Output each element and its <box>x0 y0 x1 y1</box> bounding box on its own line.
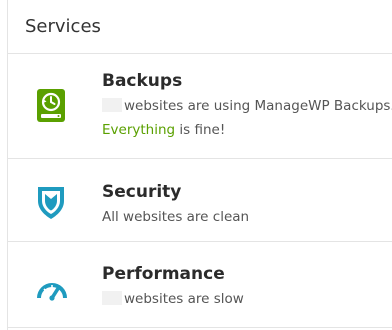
service-status: websites are slow <box>102 287 387 311</box>
service-item-security[interactable]: Security All websites are clean <box>8 159 392 242</box>
redacted-count <box>102 98 122 112</box>
service-title: Performance <box>102 264 225 284</box>
backup-drive-icon <box>34 87 74 127</box>
service-title: Security <box>102 182 182 202</box>
panel-title: Services <box>8 0 392 54</box>
service-item-performance[interactable]: Performance websites are slow <box>8 242 392 328</box>
service-title: Backups <box>102 71 183 91</box>
service-status: websites are using ManageWP Backups. <box>102 94 392 118</box>
service-item-backups[interactable]: Backups websites are using ManageWP Back… <box>8 54 392 159</box>
status-text: websites are using ManageWP Backups. <box>124 98 392 114</box>
health-highlight: Everything <box>102 122 176 138</box>
services-panel: Services Backups websites are using Mana… <box>7 0 392 330</box>
health-rest: is fine! <box>175 122 226 138</box>
shield-icon <box>34 183 74 223</box>
status-text: websites are slow <box>124 291 244 307</box>
speedometer-icon <box>34 270 74 310</box>
service-status: All websites are clean <box>102 209 250 225</box>
service-health: Everything is fine! <box>102 118 387 142</box>
redacted-count <box>102 291 122 305</box>
